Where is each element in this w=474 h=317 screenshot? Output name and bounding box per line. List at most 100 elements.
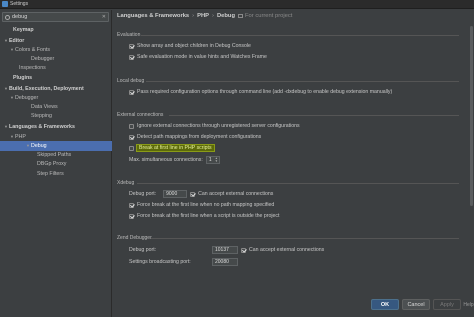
tree-item-debugger[interactable]: Debugger <box>0 55 112 65</box>
tree-item-label: Stepping <box>31 113 52 120</box>
safe-eval-checkbox[interactable] <box>129 54 134 60</box>
max-connections-value: 1 <box>208 157 212 163</box>
show-array-label: Show array and object children in Debug … <box>137 43 251 49</box>
pass-config-checkbox[interactable] <box>129 89 134 95</box>
search-input[interactable]: debug <box>12 14 100 20</box>
tree-item-label: Skipped Paths <box>37 151 72 158</box>
divider <box>169 115 459 116</box>
tree-item-skipped-paths[interactable]: Skipped Paths <box>0 151 112 161</box>
cancel-button[interactable]: Cancel <box>402 299 430 310</box>
search-icon <box>5 14 10 20</box>
dialog-footer: OK Cancel Apply Help <box>113 294 474 317</box>
xdebug-header: Xdebug <box>117 180 135 186</box>
tree-item-data-views[interactable]: Data Views <box>0 103 112 113</box>
window-title: Settings <box>10 1 29 7</box>
tree-item-editor[interactable]: ▼Editor <box>0 36 112 46</box>
force-no-mapping-row[interactable]: Force break at the first line when no pa… <box>129 202 274 208</box>
pass-config-label: Pass required configuration options thro… <box>137 89 393 95</box>
force-no-mapping-checkbox[interactable] <box>129 202 134 208</box>
tree-item-keymap[interactable]: Keymap <box>0 26 112 36</box>
tree-item-php[interactable]: ▼PHP <box>0 132 112 142</box>
spinner-arrows-icon[interactable]: ▲ ▼ <box>215 157 218 163</box>
breadcrumb-separator: › <box>212 12 214 19</box>
pass-config-row[interactable]: Pass required configuration options thro… <box>129 89 392 95</box>
tree-item-languages-frameworks[interactable]: ▼Languages & Frameworks <box>0 122 112 132</box>
force-outside-checkbox[interactable] <box>129 213 134 219</box>
force-no-mapping-label: Force break at the first line when no pa… <box>137 202 275 208</box>
ignore-external-label: Ignore external connections through unre… <box>137 123 300 129</box>
divider <box>137 183 459 184</box>
settings-search[interactable]: debug ✕ <box>2 12 109 22</box>
xdebug-accept-checkbox[interactable] <box>190 191 196 197</box>
tree-item-build-execution-deployment[interactable]: ▼Build, Execution, Deployment <box>0 84 112 94</box>
force-outside-label: Force break at the first line when a scr… <box>137 213 280 219</box>
window-titlebar: Settings <box>0 0 474 9</box>
tree-item-step-filters[interactable]: Step Filters <box>0 170 112 180</box>
zend-broadcast-label: Settings broadcasting port: <box>129 259 191 265</box>
tree-item-label: DBGp Proxy <box>37 161 67 168</box>
tree-item-label: Keymap <box>13 27 34 33</box>
tree-item-dbgp-proxy[interactable]: DBGp Proxy <box>0 160 112 170</box>
apply-button[interactable]: Apply <box>433 299 461 310</box>
xdebug-port-row: Debug port: 9000 Can accept external con… <box>129 190 273 198</box>
show-array-checkbox[interactable] <box>129 43 134 49</box>
tree-item-inspections[interactable]: Inspections <box>0 64 112 74</box>
tree-item-label: Data Views <box>31 103 58 110</box>
vertical-scrollbar[interactable] <box>470 22 473 294</box>
ok-button[interactable]: OK <box>371 299 399 310</box>
zend-header: Zend Debugger <box>117 235 152 241</box>
scrollbar-thumb[interactable] <box>470 26 473 206</box>
zend-accept-label: Can accept external connections <box>249 247 325 253</box>
breadcrumb-separator: › <box>192 12 195 19</box>
xdebug-port-input[interactable]: 9000 <box>163 190 188 198</box>
settings-tree: Keymap ▼Editor ▼Colors & Fonts Debugger Insp… <box>0 26 112 180</box>
zend-accept-checkbox[interactable] <box>241 247 246 253</box>
tree-item-colors-fonts[interactable]: ▼Colors & Fonts <box>0 45 112 55</box>
max-connections-row: Max. simultaneous connections: 1 ▲ ▼ <box>129 156 220 164</box>
tree-item-label: Debugger <box>15 95 39 102</box>
safe-eval-row[interactable]: Safe evaluation mode in value hints and … <box>129 54 267 60</box>
zend-port-input[interactable]: 10137 <box>212 246 238 254</box>
tree-item-stepping[interactable]: Stepping <box>0 112 112 122</box>
ignore-external-row[interactable]: Ignore external connections through unre… <box>129 123 300 129</box>
local-debug-header: Local debug <box>117 78 145 84</box>
divider <box>151 238 459 239</box>
show-array-row[interactable]: Show array and object children in Debug … <box>129 43 251 49</box>
tree-item-label: Inspections <box>19 65 46 72</box>
divider <box>146 81 459 82</box>
tree-item-label: Debugger <box>31 55 55 62</box>
help-button[interactable]: Help <box>463 299 473 310</box>
zend-broadcast-input[interactable]: 20080 <box>212 258 238 266</box>
project-scope-note: For current project <box>238 13 292 19</box>
break-first-line-checkbox[interactable] <box>129 145 134 151</box>
zend-port-row: Debug port: 10137 Can accept external co… <box>129 246 324 254</box>
ignore-external-checkbox[interactable] <box>129 123 134 129</box>
settings-panel: Evaluation Show array and object childre… <box>113 22 470 294</box>
evaluation-header: Evaluation <box>117 32 141 38</box>
clear-search-icon[interactable]: ✕ <box>102 14 106 20</box>
tree-item-plugins[interactable]: Plugins <box>0 74 112 84</box>
force-outside-row[interactable]: Force break at the first line when a scr… <box>129 213 279 219</box>
tree-item-label: Step Filters <box>37 170 64 177</box>
tree-item-debugger[interactable]: ▼Debugger <box>0 93 112 103</box>
app-icon <box>2 1 8 7</box>
tree-item-label: Editor <box>9 37 25 44</box>
external-header: External connections <box>117 112 164 118</box>
breadcrumb-item-languages: Languages & Frameworks <box>117 12 190 19</box>
break-first-line-label: Break at first line in PHP scripts <box>137 145 214 151</box>
detect-mappings-label: Detect path mappings from deployment con… <box>137 134 262 140</box>
detect-mappings-row[interactable]: Detect path mappings from deployment con… <box>129 134 261 140</box>
max-connections-spinner[interactable]: 1 ▲ ▼ <box>205 156 220 164</box>
settings-sidebar: debug ✕ Keymap ▼Editor ▼Colors & Fonts Debu… <box>0 10 112 317</box>
tree-item-debug[interactable]: ▼Debug <box>0 141 112 151</box>
zend-port-label: Debug port: <box>129 247 157 253</box>
detect-mappings-checkbox[interactable] <box>129 134 134 140</box>
xdebug-port-label: Debug port: <box>129 191 157 197</box>
max-connections-label: Max. simultaneous connections: <box>129 157 203 163</box>
tree-item-label: Colors & Fonts <box>15 47 51 54</box>
xdebug-accept-label: Can accept external connections <box>198 191 274 197</box>
tree-item-label: Languages & Frameworks <box>9 123 75 130</box>
tree-item-label: Build, Execution, Deployment <box>9 85 84 92</box>
divider <box>141 35 459 36</box>
break-first-line-row[interactable]: Break at first line in PHP scripts <box>129 145 214 151</box>
